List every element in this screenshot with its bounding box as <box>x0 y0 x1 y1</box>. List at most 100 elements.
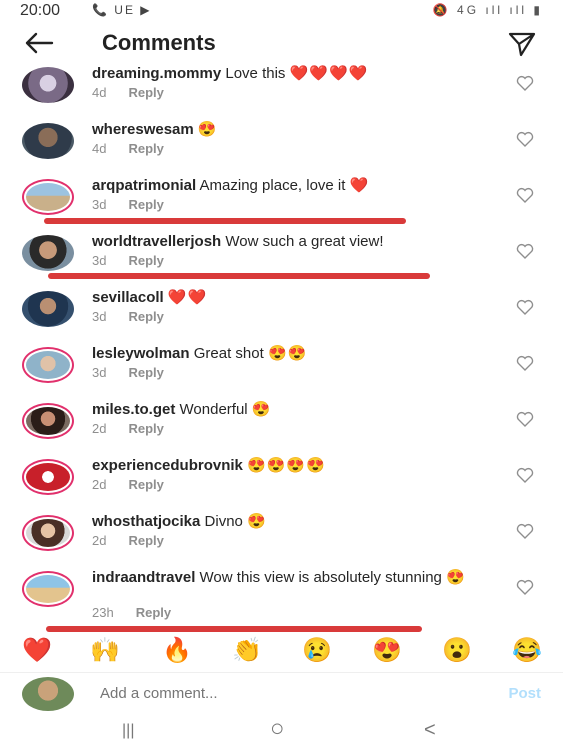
comment-emoji: 😍 <box>197 121 218 138</box>
avatar[interactable] <box>22 459 74 495</box>
comment-time: 2d <box>92 477 107 492</box>
reply-button[interactable]: Reply <box>128 309 163 324</box>
reply-button[interactable]: Reply <box>128 141 163 156</box>
comment-item: experiencedubrovnik 😍😍😍😍 2d Reply <box>0 457 563 515</box>
red-underline-mark <box>46 626 422 632</box>
status-bar: 20:00 📞 UE ▶ 🔕 4G ıll ıll ▮ <box>0 0 563 24</box>
send-direct-icon[interactable] <box>507 30 537 58</box>
comment-emoji: 😍😍 <box>267 345 308 362</box>
comment-text: Wonderful <box>179 401 248 418</box>
nav-back-icon[interactable]: < <box>424 719 436 742</box>
comment-item: whosthatjocika Divno 😍 2d Reply <box>0 513 563 571</box>
comment-time: 23h <box>92 605 114 620</box>
comment-time: 3d <box>92 365 107 380</box>
emoji-heart-eyes-button[interactable]: 😍 <box>372 636 402 665</box>
like-heart-icon[interactable] <box>516 299 534 315</box>
comment-emoji: 😍 <box>251 401 272 418</box>
avatar[interactable] <box>22 515 74 551</box>
comment-item: indraandtravel Wow this view is absolute… <box>0 569 563 633</box>
emoji-clap-button[interactable]: 👏 <box>232 636 262 665</box>
comment-emoji: 😍 <box>446 569 466 586</box>
comment-item: miles.to.get Wonderful 😍 2d Reply <box>0 401 563 459</box>
comment-text: Great shot <box>193 345 264 362</box>
avatar[interactable] <box>22 347 74 383</box>
quick-emoji-bar: ❤️ 🙌 🔥 👏 😢 😍 😮 😂 <box>0 636 563 670</box>
like-heart-icon[interactable] <box>516 131 534 147</box>
emoji-raised-hands-button[interactable]: 🙌 <box>90 636 120 665</box>
avatar[interactable] <box>22 235 74 271</box>
status-left-icons: 📞 UE ▶ <box>92 3 152 17</box>
avatar[interactable] <box>22 67 74 103</box>
comment-text: Love this <box>225 65 286 82</box>
home-icon[interactable]: ○ <box>270 715 285 743</box>
comment-text: Amazing place, love it <box>199 177 346 194</box>
like-heart-icon[interactable] <box>516 355 534 371</box>
comment-username[interactable]: worldtravellerjosh <box>92 233 221 250</box>
my-avatar <box>22 677 74 711</box>
comment-username[interactable]: sevillacoll <box>92 289 164 306</box>
comment-username[interactable]: whereswesam <box>92 121 194 138</box>
comment-emoji: ❤️❤️❤️❤️ <box>289 65 369 82</box>
reply-button[interactable]: Reply <box>128 253 163 268</box>
comment-time: 3d <box>92 309 107 324</box>
comment-text: Divno <box>204 513 243 530</box>
comment-text: Wow such a great view! <box>225 233 384 250</box>
avatar[interactable] <box>22 179 74 215</box>
comment-input[interactable] <box>100 685 460 702</box>
comment-username[interactable]: arqpatrimonial <box>92 177 196 194</box>
comment-item: lesleywolman Great shot 😍😍 3d Reply <box>0 345 563 403</box>
comment-time: 3d <box>92 197 107 212</box>
emoji-laughing-button[interactable]: 😂 <box>512 636 542 665</box>
add-comment-bar: Post <box>0 672 563 713</box>
like-heart-icon[interactable] <box>516 187 534 203</box>
comment-item: arqpatrimonial Amazing place, love it ❤️… <box>0 177 563 235</box>
status-time: 20:00 <box>20 2 61 19</box>
comment-emoji: 😍 <box>247 513 267 530</box>
avatar[interactable] <box>22 571 74 607</box>
like-heart-icon[interactable] <box>516 579 534 595</box>
reply-button[interactable]: Reply <box>128 197 163 212</box>
reply-button[interactable]: Reply <box>128 533 163 548</box>
comment-text: Wow this view is absolutely stunning <box>199 569 442 586</box>
post-button[interactable]: Post <box>508 685 541 702</box>
reply-button[interactable]: Reply <box>128 85 163 100</box>
comment-emoji: ❤️❤️ <box>167 289 208 306</box>
comment-item: dreaming.mommy Love this ❤️❤️❤️❤️ 4d Repl… <box>0 65 563 123</box>
reply-button[interactable]: Reply <box>128 365 163 380</box>
comment-username[interactable]: whosthatjocika <box>92 513 200 530</box>
back-arrow-icon[interactable] <box>22 28 56 58</box>
comment-time: 2d <box>92 533 107 548</box>
emoji-surprised-button[interactable]: 😮 <box>442 636 472 665</box>
comment-username[interactable]: lesleywolman <box>92 345 190 362</box>
status-right-icons: 🔕 4G ıll ıll ▮ <box>432 3 543 17</box>
avatar[interactable] <box>22 291 74 327</box>
comment-username[interactable]: dreaming.mommy <box>92 65 221 82</box>
comment-item: sevillacoll ❤️❤️ 3d Reply <box>0 289 563 347</box>
avatar[interactable] <box>22 123 74 159</box>
comment-item: whereswesam 😍 4d Reply <box>0 121 563 179</box>
emoji-fire-button[interactable]: 🔥 <box>162 636 192 665</box>
reply-button[interactable]: Reply <box>128 477 163 492</box>
like-heart-icon[interactable] <box>516 467 534 483</box>
comment-username[interactable]: miles.to.get <box>92 401 175 418</box>
like-heart-icon[interactable] <box>516 523 534 539</box>
emoji-heart-button[interactable]: ❤️ <box>22 636 52 665</box>
comment-emoji: ❤️ <box>349 177 370 194</box>
header: Comments <box>0 24 563 66</box>
like-heart-icon[interactable] <box>516 411 534 427</box>
comment-time: 2d <box>92 421 107 436</box>
page-title: Comments <box>102 30 216 55</box>
emoji-crying-button[interactable]: 😢 <box>302 636 332 665</box>
red-underline-mark <box>48 273 430 279</box>
comment-username[interactable]: experiencedubrovnik <box>92 457 243 474</box>
comment-item: worldtravellerjosh Wow such a great view… <box>0 233 563 291</box>
red-underline-mark <box>44 218 406 224</box>
avatar[interactable] <box>22 403 74 439</box>
reply-button[interactable]: Reply <box>128 421 163 436</box>
comment-time: 4d <box>92 141 107 156</box>
comment-username[interactable]: indraandtravel <box>92 569 195 586</box>
recent-apps-icon[interactable]: ||| <box>122 722 134 740</box>
like-heart-icon[interactable] <box>516 243 534 259</box>
reply-button[interactable]: Reply <box>136 605 171 620</box>
like-heart-icon[interactable] <box>516 75 534 91</box>
